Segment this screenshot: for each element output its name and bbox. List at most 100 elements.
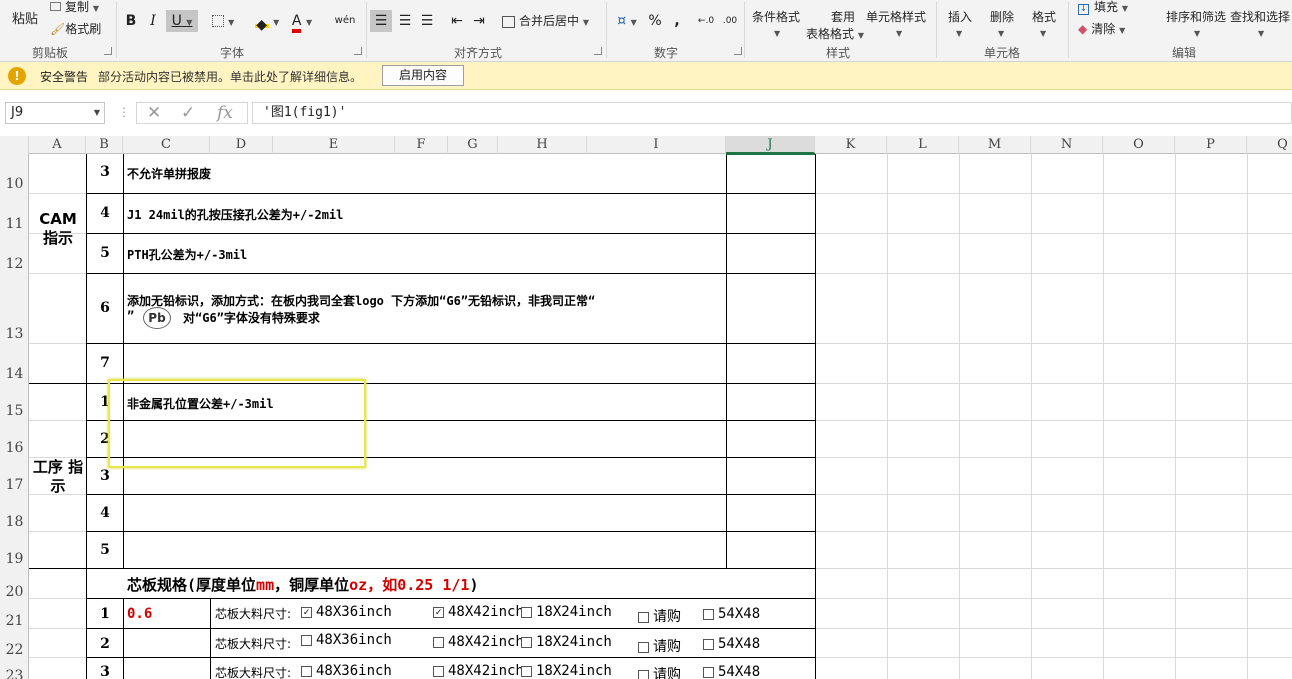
checkbox[interactable] <box>521 606 532 618</box>
delete-button[interactable]: 删除 ▼ <box>990 8 1014 39</box>
checkbox[interactable] <box>301 634 312 646</box>
font-color-button[interactable]: A ▼ <box>286 10 318 33</box>
cam-item-text[interactable]: J1 24mil的孔按压接孔公差为+/-2mil <box>127 206 343 223</box>
column-header-a[interactable]: A <box>29 136 86 154</box>
cam-item-number[interactable]: 4 <box>87 205 123 221</box>
size-option-48x42[interactable]: 48X42inch <box>433 663 524 679</box>
conditional-format-button[interactable]: 条件格式 ▼ <box>752 8 800 39</box>
process-item-number[interactable]: 5 <box>87 542 123 558</box>
cam-item-number[interactable]: 7 <box>87 355 123 371</box>
size-option-54x48[interactable]: 54X48 <box>703 664 760 679</box>
row-header-19[interactable]: 19 <box>0 551 29 567</box>
name-box[interactable]: J9 ▼ <box>5 102 105 124</box>
checkbox[interactable] <box>301 665 312 677</box>
column-header-f[interactable]: F <box>395 136 448 154</box>
row-header-17[interactable]: 17 <box>0 477 29 493</box>
accounting-format-button[interactable]: ¤ ▼ <box>612 10 642 32</box>
checkbox[interactable] <box>638 641 649 653</box>
fill-button[interactable]: ↓ 填充 ▼ <box>1078 0 1128 15</box>
size-option-54x48[interactable]: 54X48 <box>703 636 760 652</box>
size-option-48x42[interactable]: 48X42inch <box>433 634 524 650</box>
format-button[interactable]: 格式 ▼ <box>1032 8 1056 39</box>
checkbox[interactable] <box>521 665 532 677</box>
size-option-18x24[interactable]: 18X24inch <box>521 604 612 620</box>
cam-item-text[interactable]: 不允许单拼报废 <box>127 165 211 182</box>
process-item-number[interactable]: 3 <box>87 468 123 484</box>
insert-function-icon[interactable]: fx <box>217 103 233 123</box>
row-header-11[interactable]: 11 <box>0 216 29 232</box>
size-option-18x24[interactable]: 18X24inch <box>521 634 612 650</box>
checkbox-checked[interactable]: ✓ <box>301 606 312 618</box>
row-header-13[interactable]: 13 <box>0 326 29 342</box>
select-all-corner[interactable] <box>0 136 29 154</box>
insert-button[interactable]: 插入 ▼ <box>948 8 972 39</box>
column-header-h[interactable]: H <box>498 136 587 154</box>
fill-color-button[interactable]: ◆ ▼ <box>250 10 284 33</box>
column-header-c[interactable]: C <box>123 136 210 154</box>
cam-item-text[interactable]: 添加无铅标识，添加方式：在板内我司全套logo 下方添加“G6”无铅标识，非我司… <box>127 292 595 309</box>
decrease-decimal-button[interactable]: .00 <box>720 10 740 32</box>
size-option-48x36[interactable]: 48X36inch <box>301 632 392 648</box>
row-header-15[interactable]: 15 <box>0 403 29 419</box>
cam-item-number[interactable]: 3 <box>87 164 123 180</box>
core-row-number[interactable]: 3 <box>87 664 123 679</box>
process-item-number[interactable]: 4 <box>87 505 123 521</box>
column-header-o[interactable]: O <box>1103 136 1175 154</box>
size-option-purchase[interactable]: 请购 <box>638 606 681 626</box>
column-header-p[interactable]: P <box>1175 136 1247 154</box>
cam-item-text[interactable]: ” <box>127 309 134 323</box>
font-launcher[interactable] <box>354 47 362 55</box>
border-button[interactable]: ▼ <box>206 10 240 32</box>
copy-button[interactable]: 复制 ▼ <box>50 0 99 15</box>
size-option-purchase[interactable]: 请购 <box>638 636 681 656</box>
cam-item-number[interactable]: 6 <box>87 300 123 316</box>
increase-decimal-button[interactable]: ←.0 <box>696 10 716 32</box>
size-option-purchase[interactable]: 请购 <box>638 664 681 679</box>
row-header-21[interactable]: 21 <box>0 613 29 629</box>
confirm-icon[interactable]: ✓ <box>181 103 195 123</box>
column-header-d[interactable]: D <box>210 136 273 154</box>
checkbox[interactable] <box>703 638 714 650</box>
number-launcher[interactable] <box>734 47 742 55</box>
column-header-b[interactable]: B <box>86 136 123 154</box>
core-thickness[interactable]: 0.6 <box>127 606 152 622</box>
core-row-number[interactable]: 2 <box>87 636 123 652</box>
row-header-22[interactable]: 22 <box>0 642 29 658</box>
sort-filter-button[interactable]: 排序和筛选 ▼ <box>1166 8 1226 39</box>
clear-button[interactable]: ◆ 清除 ▼ <box>1078 20 1125 37</box>
enable-content-button[interactable]: 启用内容 <box>382 65 464 86</box>
column-header-l[interactable]: L <box>887 136 959 154</box>
align-center-button[interactable]: ☰ <box>394 10 416 32</box>
row-header-23[interactable]: 23 <box>0 668 29 679</box>
row-header-14[interactable]: 14 <box>0 366 29 382</box>
cell-styles-button[interactable]: 单元格样式 ▼ <box>866 8 926 39</box>
size-option-54x48[interactable]: 54X48 <box>703 606 760 622</box>
cam-item-text[interactable]: PTH孔公差为+/-3mil <box>127 246 247 263</box>
core-row-number[interactable]: 1 <box>87 606 123 622</box>
paste-button[interactable]: 粘贴 <box>12 8 38 27</box>
cancel-icon[interactable]: ✕ <box>147 103 161 123</box>
italic-button[interactable]: I <box>146 10 160 32</box>
merge-center-button[interactable]: 合并后居中 ▼ <box>502 12 589 29</box>
comma-button[interactable]: , <box>670 10 684 32</box>
checkbox-checked[interactable]: ✓ <box>433 606 444 618</box>
increase-indent-button[interactable]: ⇥ <box>468 10 490 32</box>
checkbox[interactable] <box>638 611 649 623</box>
security-warning-message[interactable]: 部分活动内容已被禁用。单击此处了解详细信息。 <box>98 68 362 85</box>
align-right-button[interactable]: ☰ <box>416 10 438 32</box>
bold-button[interactable]: B <box>124 10 138 32</box>
phonetic-button[interactable]: wén <box>330 10 360 32</box>
cam-item-text[interactable]: 对“G6”字体没有特殊要求 <box>183 309 320 326</box>
table-format-button[interactable]: 套用 表格格式 ▼ <box>806 8 864 42</box>
checkbox[interactable] <box>433 665 444 677</box>
formula-input[interactable]: '图1(fig1)' <box>252 102 1292 124</box>
core-spec-title[interactable]: 芯板规格(厚度单位mm，铜厚单位oz，如0.25 1/1) <box>127 574 478 595</box>
row-header-10[interactable]: 10 <box>0 176 29 192</box>
column-header-m[interactable]: M <box>959 136 1031 154</box>
column-header-e[interactable]: E <box>273 136 395 154</box>
clipboard-launcher[interactable] <box>104 47 112 55</box>
drag-handle-icon[interactable]: ⋮ <box>118 105 130 119</box>
chevron-down-icon[interactable]: ▼ <box>94 103 100 123</box>
percent-button[interactable]: % <box>646 10 664 32</box>
size-option-48x36[interactable]: 48X36inch <box>301 663 392 679</box>
